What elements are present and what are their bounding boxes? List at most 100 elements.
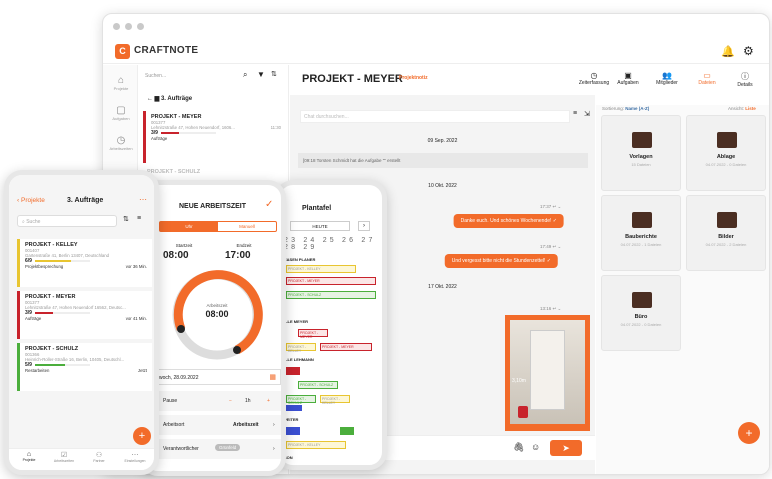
plan-chip[interactable] <box>286 367 300 375</box>
plan-bar[interactable]: PROJEKT - SCHULZ <box>298 381 338 389</box>
more-icon[interactable]: ⋯ <box>139 195 147 204</box>
plus-button[interactable]: + <box>267 398 270 404</box>
verantw-label: Verantwortlicher <box>163 446 199 452</box>
pause-row[interactable]: Pause − 1h + <box>145 391 281 411</box>
plan-chip[interactable] <box>340 427 354 435</box>
plantafel-title: Plantafel <box>302 205 332 212</box>
check-icon[interactable]: ✓ <box>265 199 273 210</box>
filter-icon[interactable]: ≡ <box>137 215 141 222</box>
attach-icon[interactable]: 🖇 <box>513 442 524 453</box>
bell-icon[interactable]: 🔔 <box>721 45 735 58</box>
plan-bar[interactable]: PROJEKT - MEYER <box>298 329 328 339</box>
verantwortlicher-row[interactable]: Verantwortlicher Grünfeld › <box>145 439 281 459</box>
plan-bar[interactable]: PROJEKT - MEYER <box>286 277 376 285</box>
page-title: PROJEKT - MEYER <box>302 73 403 85</box>
project-footer: Restarbeiten Jetzt <box>25 368 147 373</box>
person-chip[interactable]: Grünfeld <box>215 444 241 451</box>
message-time: 13:16 <box>540 306 552 311</box>
list-item[interactable]: PROJEKT - SCHULZ <box>147 169 200 175</box>
folder-vorlagen[interactable]: Vorlagen 15 Dateien <box>601 115 681 191</box>
nav-partner[interactable]: ⚇ Partner <box>85 451 113 463</box>
list-item[interactable]: PROJEKT - MEYER 001377 Lehnitzstraße 47,… <box>17 291 152 339</box>
folder-ablage[interactable]: Ablage 04.07.2022 - 0 Dateien <box>686 115 766 191</box>
folder-name: Ablage <box>716 154 736 160</box>
home-icon: ⌂ <box>26 451 32 458</box>
nav-einstellungen[interactable]: ⋯ Einstellungen <box>119 451 151 463</box>
back-button[interactable]: ‹ Projekte <box>17 197 45 204</box>
window-dot[interactable] <box>137 23 144 30</box>
search-icon[interactable]: ⌕ <box>243 70 247 80</box>
today-button[interactable]: HEUTE <box>290 221 350 231</box>
nav-projekte[interactable]: ⌂ Projekte <box>15 451 43 462</box>
tab-zeiterfassung[interactable]: ◷ Zeiterfassung <box>576 71 612 86</box>
next-button[interactable]: › <box>358 221 370 231</box>
tab-label: Dateien <box>698 80 716 86</box>
mode-toggle[interactable]: Uhr Manuell <box>159 221 277 232</box>
minus-button[interactable]: − <box>229 398 232 404</box>
emoji-icon[interactable]: ☺ <box>531 442 540 452</box>
toggle-uhr[interactable]: Uhr <box>160 222 218 231</box>
day-number: 26 <box>342 237 357 244</box>
nav-arbeitszeiten[interactable]: ☑ Arbeitszeiten <box>49 451 79 463</box>
list-item[interactable]: PROJEKT - KELLEY 001407 Gartenstraße 41,… <box>17 239 152 287</box>
folder-name: Bilder <box>718 234 734 240</box>
folder-name: Vorlagen <box>629 154 653 160</box>
tab-dateien[interactable]: ▭ Dateien <box>692 71 722 86</box>
plan-bar[interactable]: PROJEKT - KELLEY <box>286 441 346 449</box>
progress-bar <box>34 259 90 262</box>
window-dot[interactable] <box>113 23 120 30</box>
folder-bauberichte[interactable]: Bauberichte 04.07.2022 - 1 Dateien <box>601 195 681 271</box>
plan-bar[interactable]: PROJEKT - KELLEY <box>286 265 356 273</box>
sort-control[interactable]: Sortierung: Name (A-Z) <box>602 106 649 111</box>
pause-value: 1h <box>245 398 251 404</box>
sidebar-item-arbeitszeiten[interactable]: ◷ Arbeitszeiten <box>108 135 134 151</box>
plan-section: EASEN PLANER <box>284 257 316 262</box>
plan-chip[interactable] <box>286 405 302 411</box>
plan-bar[interactable]: PROJEKT - KELLEY <box>320 395 350 405</box>
message-bubble[interactable]: Und vergesst bitte nicht die Stundenzett… <box>444 254 558 268</box>
folder-buero[interactable]: Büro 04.07.2022 - 0 Dateien <box>601 275 681 351</box>
chat-search-input[interactable]: Chat durchsuchen... <box>300 110 570 123</box>
date-field[interactable]: woch, 28.09.2022 ▦ <box>155 369 281 385</box>
add-button[interactable]: + <box>738 422 760 444</box>
folder-name: Bauberichte <box>625 234 657 240</box>
search-input[interactable]: Suchen... <box>145 73 166 79</box>
plan-bar[interactable]: PROJEKT - SCHULZ <box>286 291 376 299</box>
search-input[interactable]: ⌕ Suche <box>17 215 117 227</box>
day-number: 29 <box>303 244 318 251</box>
filter-icon[interactable]: ≡ <box>573 110 577 117</box>
tab-label: Zeiterfassung <box>578 80 610 86</box>
tab-bar: ◷ Zeiterfassung ▣ Aufgaben 👥 Mitglieder ▭ Da… <box>579 65 769 105</box>
start-time[interactable]: 08:00 <box>163 250 189 261</box>
sort-icon[interactable]: ⇅ <box>123 215 129 223</box>
folder-bilder[interactable]: Bilder 04.07.2022 - 2 Dateien <box>686 195 766 271</box>
list-item[interactable]: PROJEKT - SCHULZ 001366 Heinrich-Roller-… <box>17 343 152 391</box>
sidebar-item-projekte[interactable]: ⌂ Projekte <box>108 75 134 91</box>
message-bubble[interactable]: Danke euch. Und schönes Wochenende! ✓ <box>453 214 564 228</box>
filter-icon[interactable]: ▼ <box>257 70 265 79</box>
sidebar-item-aufgaben[interactable]: ▢ Aufgaben <box>108 105 134 121</box>
tab-details[interactable]: ⓘ Details <box>730 71 760 88</box>
project-footer: Aufträge vor 41 Min. <box>25 316 147 321</box>
add-button[interactable]: + <box>133 427 151 445</box>
send-button[interactable]: ➤ <box>550 440 582 456</box>
plan-bar[interactable]: PROJEKT - SCHULZ <box>286 395 316 405</box>
tab-aufgaben[interactable]: ▣ Aufgaben <box>613 71 643 86</box>
gear-icon[interactable]: ⚙ <box>743 44 754 58</box>
pause-label: Pause <box>163 398 178 404</box>
photo-message[interactable]: 3,10m <box>505 315 590 431</box>
plan-bar[interactable]: PROJEKT - KELLEY <box>286 343 316 353</box>
view-control[interactable]: Ansicht: Liste <box>728 106 756 111</box>
arbeitsort-row[interactable]: Arbeitsort Arbeitszeit › <box>145 415 281 435</box>
toggle-manuell[interactable]: Manuell <box>218 222 276 231</box>
sort-icon[interactable]: ⇅ <box>271 70 277 78</box>
tab-mitglieder[interactable]: 👥 Mitglieder <box>650 71 684 86</box>
window-dot[interactable] <box>125 23 132 30</box>
nav-label: Arbeitszeiten <box>53 459 75 463</box>
export-icon[interactable]: ⇲ <box>584 110 590 118</box>
plan-chip[interactable] <box>286 427 300 435</box>
list-item[interactable]: PROJEKT - MEYER 001377 Lehnitzstraße 47,… <box>143 111 285 163</box>
end-time[interactable]: 17:00 <box>225 250 251 261</box>
breadcrumb[interactable]: ← ▆ 3. Aufträge <box>147 95 192 102</box>
plan-bar[interactable]: PROJEKT - MEYER <box>320 343 372 351</box>
